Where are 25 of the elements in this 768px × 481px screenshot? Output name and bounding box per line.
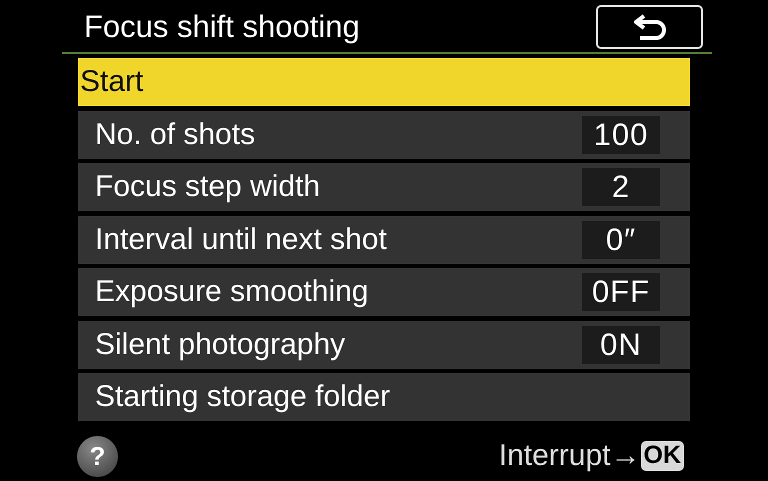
- ok-key: OK: [640, 441, 684, 471]
- menu-item-label: Start: [80, 67, 144, 97]
- menu-item[interactable]: Silent photography 0N: [78, 320, 690, 368]
- setting-value: 0″: [582, 220, 660, 258]
- menu-item[interactable]: Start: [78, 58, 690, 106]
- menu-item[interactable]: Exposure smoothing 0FF: [78, 268, 690, 316]
- menu-item-label: Exposure smoothing: [95, 277, 368, 307]
- setting-value: 100: [582, 116, 660, 154]
- menu-item[interactable]: Focus step width 2: [78, 163, 690, 211]
- screen-title: Focus shift shooting: [84, 10, 360, 42]
- menu-item-label: Interval until next shot: [95, 224, 387, 254]
- setting-value: 2: [582, 168, 660, 206]
- menu-item-label: Focus step width: [95, 172, 320, 202]
- menu-item[interactable]: No. of shots 100: [78, 110, 690, 158]
- setting-value: 0FF: [582, 273, 660, 311]
- menu-item-label: Starting storage folder: [95, 382, 390, 412]
- menu-item[interactable]: Interval until next shot 0″: [78, 216, 690, 264]
- menu-item[interactable]: Starting storage folder: [78, 373, 690, 421]
- menu-item-label: Silent photography: [95, 330, 346, 360]
- setting-value: 0N: [582, 326, 660, 364]
- back-button[interactable]: [596, 5, 703, 49]
- hint-text: Interrupt→: [498, 441, 640, 471]
- return-arrow-icon: [632, 12, 668, 42]
- help-icon[interactable]: ?: [77, 436, 118, 476]
- menu-item-label: No. of shots: [95, 120, 256, 150]
